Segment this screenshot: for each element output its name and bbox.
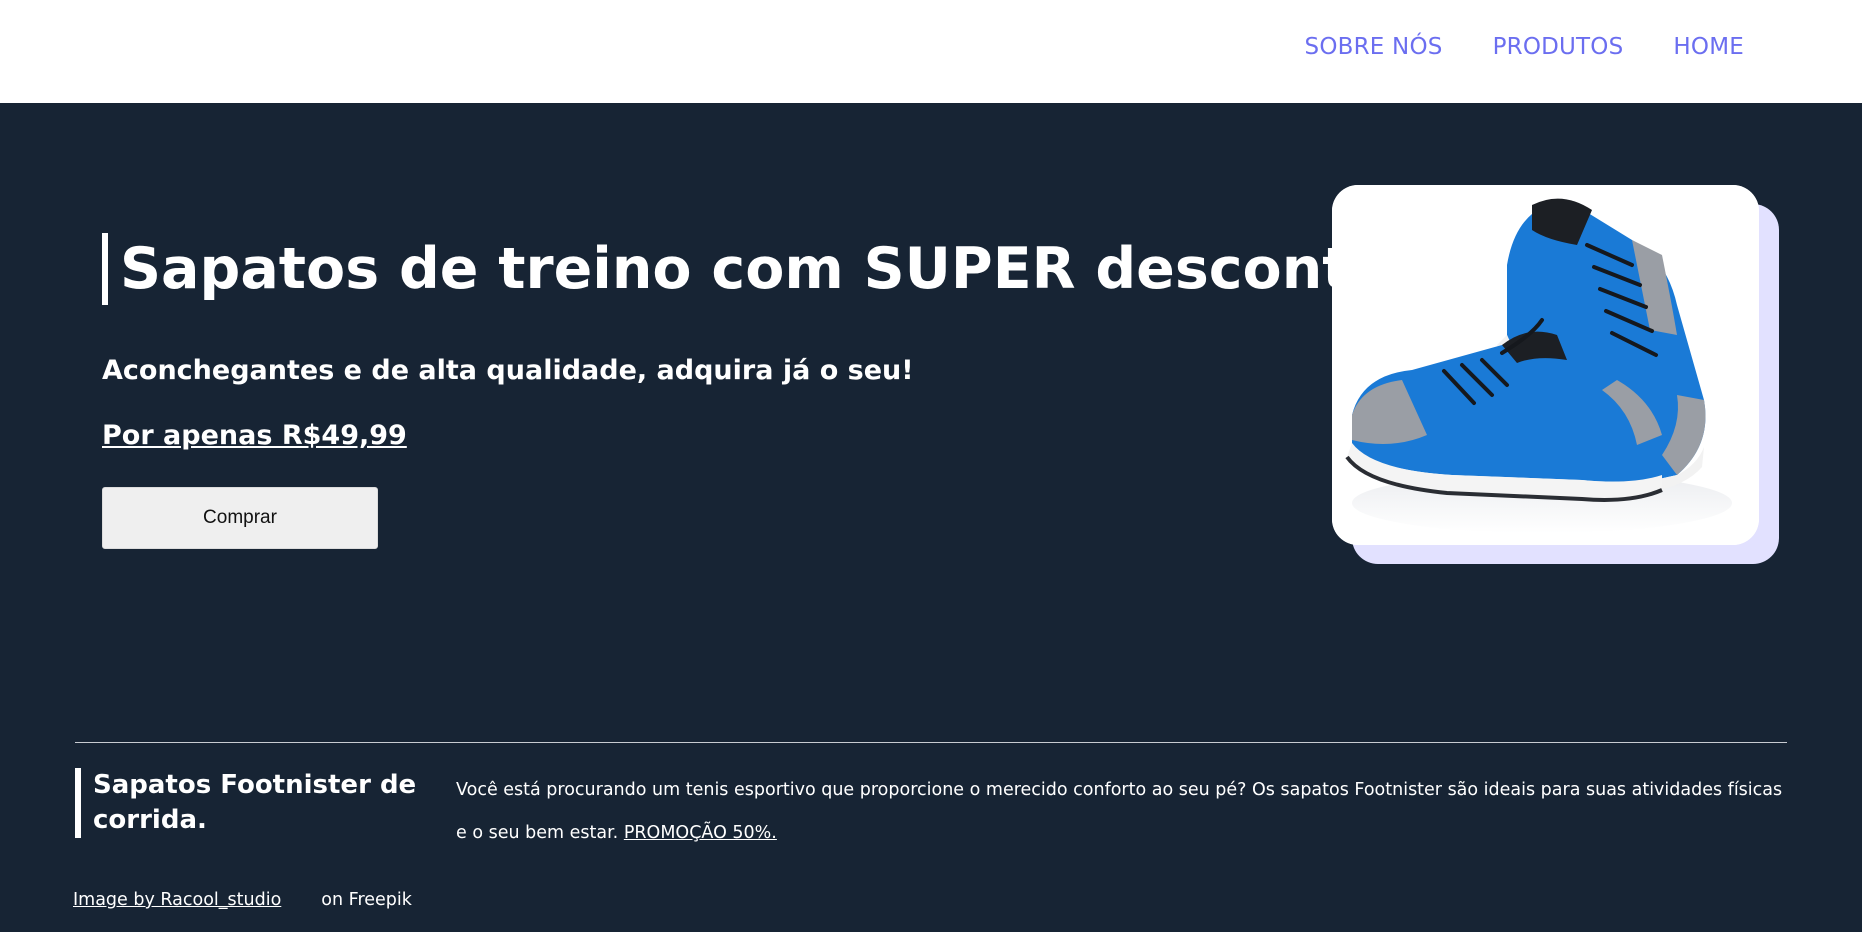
- main-section: Sapatos de treino com SUPER desconto! Ac…: [0, 103, 1862, 932]
- feature-description: Você está procurando um tenis esportivo …: [456, 769, 1786, 855]
- top-navbar: SOBRE NÓS PRODUTOS HOME: [0, 0, 1862, 103]
- hero-price: Por apenas R$49,99: [102, 420, 407, 451]
- hero-subtitle: Aconchegantes e de alta qualidade, adqui…: [102, 355, 914, 386]
- nav-link-home[interactable]: HOME: [1673, 34, 1744, 60]
- image-credit: Image by Racool_studio on Freepik: [73, 890, 412, 910]
- feature-title: Sapatos Footnister de corrida.: [75, 768, 435, 838]
- image-credit-link[interactable]: Image by Racool_studio: [73, 890, 281, 910]
- promo-link[interactable]: PROMOÇÃO 50%.: [624, 823, 777, 843]
- nav-link-sobre-nos[interactable]: SOBRE NÓS: [1305, 34, 1443, 60]
- nav-link-produtos[interactable]: PRODUTOS: [1493, 34, 1624, 60]
- main-nav: SOBRE NÓS PRODUTOS HOME: [1305, 34, 1744, 60]
- hero-title: Sapatos de treino com SUPER desconto!: [102, 233, 1415, 305]
- product-image: [1332, 185, 1759, 545]
- blue-running-shoes-photo: [1332, 185, 1759, 545]
- section-divider: [75, 742, 1787, 743]
- buy-button[interactable]: Comprar: [102, 487, 378, 549]
- image-credit-suffix: on Freepik: [321, 890, 412, 910]
